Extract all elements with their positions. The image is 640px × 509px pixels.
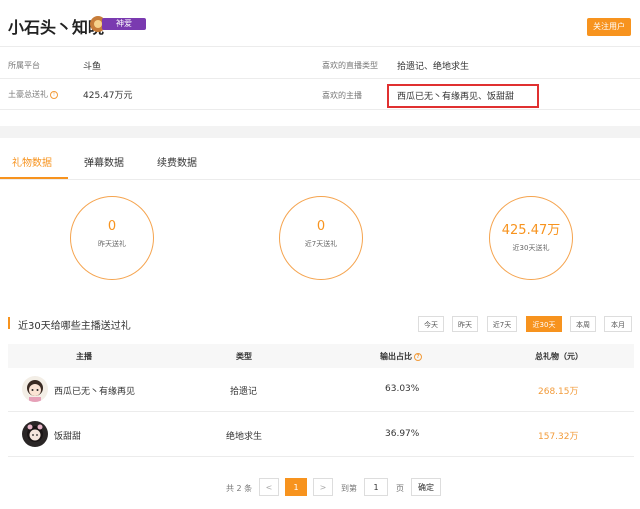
avatar bbox=[22, 376, 48, 402]
divider bbox=[0, 179, 640, 180]
platform-label: 所属平台 bbox=[8, 61, 40, 70]
row1-type: 拾遗记 bbox=[230, 387, 258, 397]
prev-page-button[interactable]: < bbox=[259, 478, 279, 496]
col-total: 总礼物（元） bbox=[535, 352, 583, 361]
filter-today[interactable]: 今天 bbox=[418, 316, 444, 332]
filter-this-month[interactable]: 本月 bbox=[604, 316, 632, 332]
page-unit: 页 bbox=[396, 484, 404, 493]
filter-this-week[interactable]: 本周 bbox=[570, 316, 596, 332]
row1-anchor[interactable]: 西瓜已无丶有缘再见 bbox=[54, 384, 135, 397]
row2-total: 157.32万 bbox=[538, 432, 579, 442]
divider bbox=[8, 411, 634, 412]
col-anchor: 主播 bbox=[76, 352, 92, 361]
divider bbox=[0, 46, 640, 47]
highlight-box bbox=[387, 84, 539, 108]
divider bbox=[0, 78, 640, 79]
col-type: 类型 bbox=[236, 352, 252, 361]
stat-yesterday: 0 昨天送礼 bbox=[70, 196, 154, 280]
stat-value: 0 bbox=[107, 219, 117, 234]
stat-7days: 0 近7天送礼 bbox=[279, 196, 363, 280]
col-share: 输出占比? bbox=[380, 351, 422, 362]
info-icon[interactable]: ! bbox=[50, 90, 58, 99]
filter-30days[interactable]: 近30天 bbox=[526, 316, 562, 332]
stat-caption: 昨天送礼 bbox=[98, 240, 126, 248]
divider bbox=[0, 109, 640, 110]
row2-type: 绝地求生 bbox=[226, 432, 263, 442]
row2-share: 36.97% bbox=[385, 429, 420, 439]
follow-user-button[interactable]: 关注用户 bbox=[587, 18, 631, 36]
row1-total: 268.15万 bbox=[538, 387, 579, 397]
row1-share: 63.03% bbox=[385, 384, 420, 394]
stat-caption: 近7天送礼 bbox=[304, 240, 338, 248]
stat-value: 425.47万 bbox=[501, 223, 561, 238]
page-1-button[interactable]: 1 bbox=[285, 478, 307, 496]
section-title: 近30天给哪些主播送过礼 bbox=[18, 321, 131, 332]
divider bbox=[8, 456, 634, 457]
total-gift-label: 土豪总送礼! bbox=[8, 89, 58, 100]
avatar-girl-icon bbox=[22, 421, 48, 447]
total-gift-label-text: 土豪总送礼 bbox=[8, 90, 48, 99]
total-gift-value: 425.47万元 bbox=[83, 91, 133, 101]
info-icon[interactable]: ? bbox=[414, 352, 422, 361]
goto-label: 到第 bbox=[341, 484, 357, 493]
filter-yesterday[interactable]: 昨天 bbox=[452, 316, 478, 332]
avatar-girl-icon bbox=[22, 376, 48, 402]
section-marker bbox=[8, 317, 10, 329]
goto-page-input[interactable]: 1 bbox=[364, 478, 388, 496]
tab-danmaku-data[interactable]: 弹幕数据 bbox=[84, 154, 124, 169]
tab-gift-data[interactable]: 礼物数据 bbox=[12, 154, 52, 169]
stat-caption: 近30天送礼 bbox=[512, 244, 550, 252]
col-share-label: 输出占比 bbox=[380, 352, 412, 361]
filter-7days[interactable]: 近7天 bbox=[487, 316, 517, 332]
next-page-button[interactable]: > bbox=[313, 478, 333, 496]
fav-type-value: 拾遗记、绝地求生 bbox=[397, 62, 470, 72]
fav-type-label: 喜欢的直播类型 bbox=[322, 61, 378, 70]
noble-badge-label: 神爱 bbox=[102, 18, 146, 30]
platform-value: 斗鱼 bbox=[83, 62, 102, 72]
confirm-button[interactable]: 确定 bbox=[411, 478, 441, 496]
stat-30days: 425.47万 近30天送礼 bbox=[489, 196, 573, 280]
pagination-total: 共 2 条 bbox=[226, 484, 253, 493]
stat-value: 0 bbox=[316, 219, 326, 234]
fav-anchor-label: 喜欢的主播 bbox=[322, 91, 362, 100]
tab-renewal-data[interactable]: 续费数据 bbox=[157, 154, 197, 169]
noble-badge: 神爱 bbox=[90, 16, 146, 32]
avatar bbox=[22, 421, 48, 447]
section-gap bbox=[0, 126, 640, 138]
row2-anchor[interactable]: 饭甜甜 bbox=[54, 429, 81, 442]
